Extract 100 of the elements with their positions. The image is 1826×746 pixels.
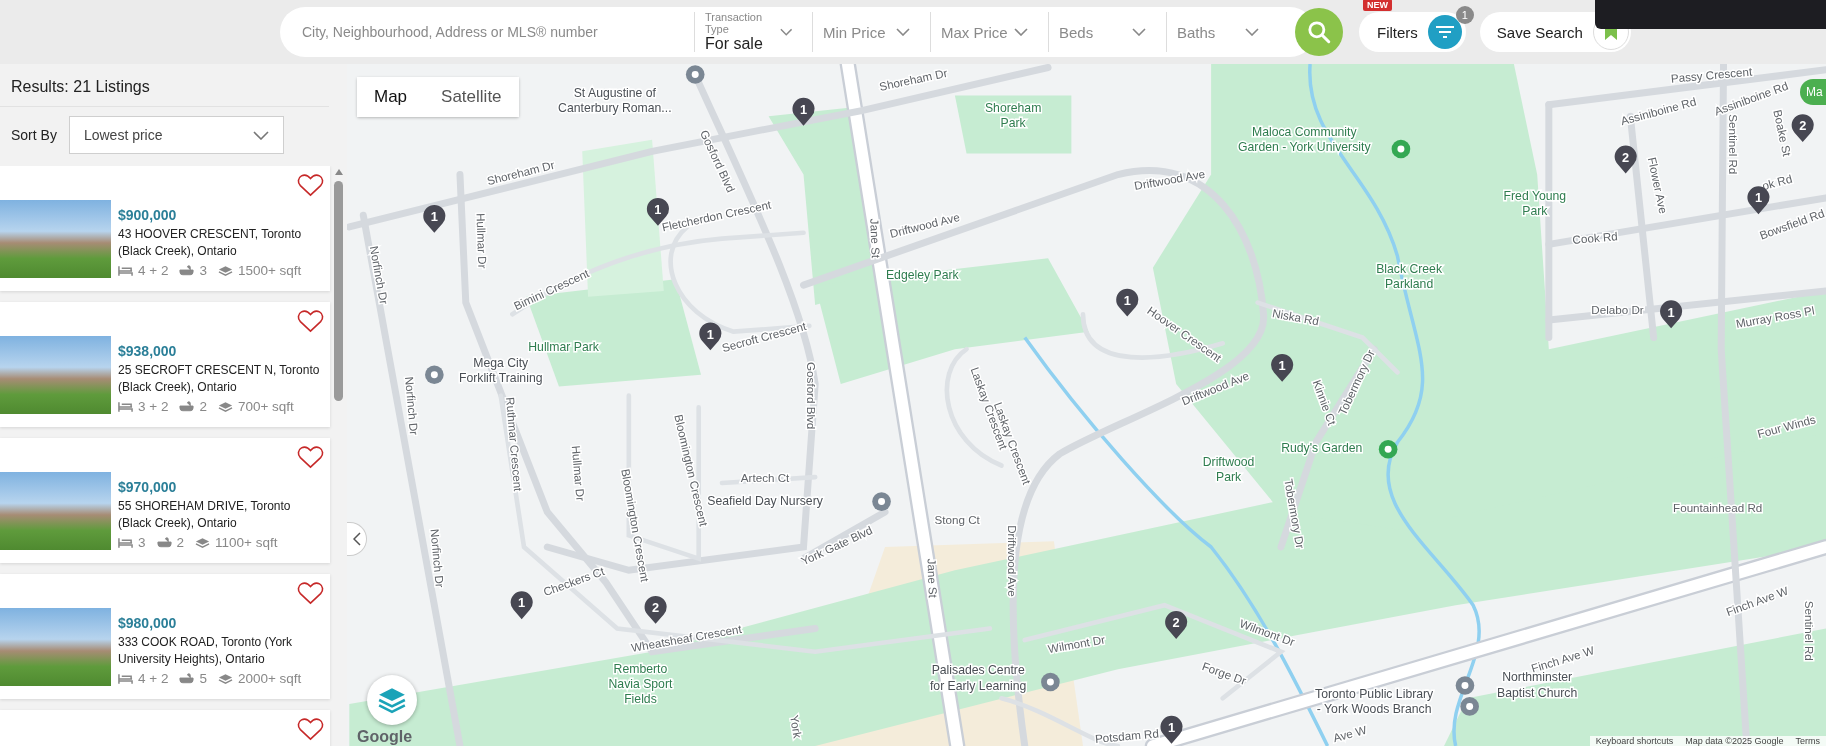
listing-price: $938,000	[118, 343, 178, 359]
listing-address: 333 COOK ROAD, Toronto (York University Heights), Ontario	[118, 634, 294, 668]
bathtub-icon	[156, 537, 172, 548]
filter-dropdown[interactable]: Baths	[1166, 12, 1269, 52]
listing-marker[interactable]: 1	[1160, 715, 1183, 744]
map-type-tab[interactable]: Map	[357, 77, 425, 117]
listing-card[interactable]: $970,000 55 SHOREHAM DRIVE, Toronto (Black Creek), Ontario 3 2 1100+ sqft	[0, 438, 330, 563]
bathtub-icon	[179, 401, 195, 412]
street-label: Gosford Blvd	[805, 362, 818, 430]
heart-icon[interactable]	[297, 172, 324, 197]
chevron-down-icon	[252, 130, 269, 140]
street-label: Shoreham Dr	[878, 65, 949, 93]
street-label: Wilmont Dr	[1046, 632, 1106, 656]
street-label: Sentinel Rd	[1803, 600, 1817, 661]
bathtub-icon	[179, 265, 195, 276]
map-poi-icon[interactable]	[1455, 676, 1475, 695]
beds-count: 4 + 2	[138, 263, 169, 278]
street-label: Shoreham Dr	[485, 157, 556, 188]
park-label: Driftwood Park	[1202, 455, 1255, 485]
search-field[interactable]: City, Neighbourhood, Address or MLS® number	[300, 23, 694, 41]
street-label: York Gate Blvd	[798, 523, 875, 568]
layers-icon	[195, 537, 211, 548]
map-poi-icon[interactable]	[685, 65, 705, 84]
listing-marker[interactable]: 1	[423, 204, 446, 233]
listing-price: $980,000	[118, 615, 178, 631]
street-label: Niska Rd	[1271, 306, 1321, 328]
floor-area: 700+ sqft	[237, 399, 294, 414]
sort-dropdown[interactable]: Lowest price	[68, 116, 284, 154]
filter-dropdown[interactable]: Min Price	[812, 12, 920, 52]
street-label: Tobermory Dr	[1282, 477, 1308, 550]
sort-label: Sort By	[11, 127, 57, 143]
map-poi-icon[interactable]	[872, 492, 891, 511]
listing-marker[interactable]: 2	[1614, 145, 1637, 174]
listing-marker[interactable]: 1	[510, 591, 533, 620]
attribution-link[interactable]: Map data ©2025 Google	[1685, 736, 1784, 746]
listing-card[interactable]: $980,000 333 COOK ROAD, Toronto (York University Heights), Ontario 4 + 2 5 2000+ sqft	[0, 574, 330, 699]
street-label: Norfinch Dr	[403, 375, 422, 436]
street-label: Norfinch Dr	[428, 528, 447, 589]
street-label: Boake St	[1771, 108, 1794, 158]
listing-address: 55 SHOREHAM DRIVE, Toronto (Black Creek), Ontario	[118, 498, 292, 532]
listing-marker[interactable]: 1	[1271, 353, 1294, 382]
map-type-tab[interactable]: Satellite	[424, 77, 519, 117]
chevron-down-icon	[896, 28, 910, 36]
bed-icon	[118, 537, 133, 548]
listing-card[interactable]: $938,000 25 SECROFT CRESCENT N, Toronto (Black Creek), Ontario 3 + 2 2 700+ sqft	[0, 302, 330, 427]
park-label: Shoreham Park	[984, 101, 1042, 131]
map-logo: Google	[357, 728, 413, 746]
listing-marker[interactable]: 2	[1791, 114, 1814, 142]
street-label: Passy Crescent	[1670, 64, 1753, 85]
map-poi-icon[interactable]	[1041, 672, 1060, 692]
listing-marker[interactable]: 1	[1116, 288, 1139, 317]
street-label: Four Winds	[1756, 412, 1817, 441]
filter-dropdown[interactable]: Max Price	[930, 12, 1038, 52]
filter-dropdown[interactable]: Transaction Type For sale	[694, 12, 802, 52]
listing-marker[interactable]: 1	[792, 97, 815, 126]
heart-icon[interactable]	[297, 580, 324, 605]
listing-marker[interactable]: 2	[644, 595, 667, 624]
street-label: Ave W	[1331, 722, 1368, 745]
listing-card[interactable]: $900,000 43 HOOVER CRESCENT, Toronto (Black Creek), Ontario 4 + 2 3 1500+ sqft	[0, 166, 330, 291]
map-poi-icon[interactable]	[1391, 139, 1411, 159]
chevron-down-icon	[1245, 28, 1259, 36]
heart-icon[interactable]	[297, 308, 324, 333]
beds-count: 3 + 2	[138, 399, 169, 414]
street-label: Hullmar Dr	[569, 445, 588, 502]
heart-icon[interactable]	[297, 716, 324, 741]
layers-icon	[217, 673, 233, 684]
save-search-button[interactable]: Save Search	[1479, 12, 1631, 52]
bathtub-icon	[179, 673, 195, 684]
map-poi-icon[interactable]	[1378, 439, 1398, 459]
baths-count: 3	[199, 263, 207, 278]
beds-count: 4 + 2	[138, 671, 169, 686]
place-label: Mega City Forklift Training	[458, 356, 543, 386]
filter-dropdown[interactable]: Beds	[1048, 12, 1156, 52]
map-poi-icon[interactable]	[1460, 697, 1479, 716]
street-label: Hullmar Dr	[474, 212, 490, 269]
chevron-down-icon	[1014, 28, 1028, 36]
map-poi-icon[interactable]	[425, 365, 444, 385]
listing-marker[interactable]: 1	[1660, 300, 1683, 329]
street-label: Fountainhead Rd	[1673, 501, 1763, 515]
street-label: Driftwood Ave	[1133, 166, 1206, 193]
baths-count: 5	[199, 671, 207, 686]
results-count: Results: 21 Listings	[0, 64, 329, 107]
street-label: Delabo Dr	[1591, 303, 1644, 317]
place-label: Seafield Day Nursery	[707, 494, 823, 509]
listing-marker[interactable]: 2	[1165, 611, 1188, 639]
park-label: Hullmar Park	[528, 340, 599, 355]
attribution-link[interactable]: Keyboard shortcuts	[1595, 736, 1674, 746]
street-label: Flower Ave	[1645, 155, 1671, 215]
heart-icon[interactable]	[297, 444, 324, 469]
search-button[interactable]	[1295, 8, 1343, 56]
beds-count: 3	[138, 535, 146, 550]
attribution-link[interactable]: Terms	[1795, 736, 1820, 746]
bed-icon	[118, 673, 133, 684]
baths-count: 2	[199, 399, 207, 414]
place-label: Toronto Public Library - York Woods Branch	[1315, 686, 1434, 716]
baths-count: 2	[176, 535, 185, 550]
listing-marker[interactable]: 1	[699, 322, 722, 351]
count-badge: 1	[1455, 6, 1474, 24]
park-label: Black Creek Parkland	[1376, 261, 1443, 292]
park-label: Fred Young Park	[1503, 188, 1567, 218]
